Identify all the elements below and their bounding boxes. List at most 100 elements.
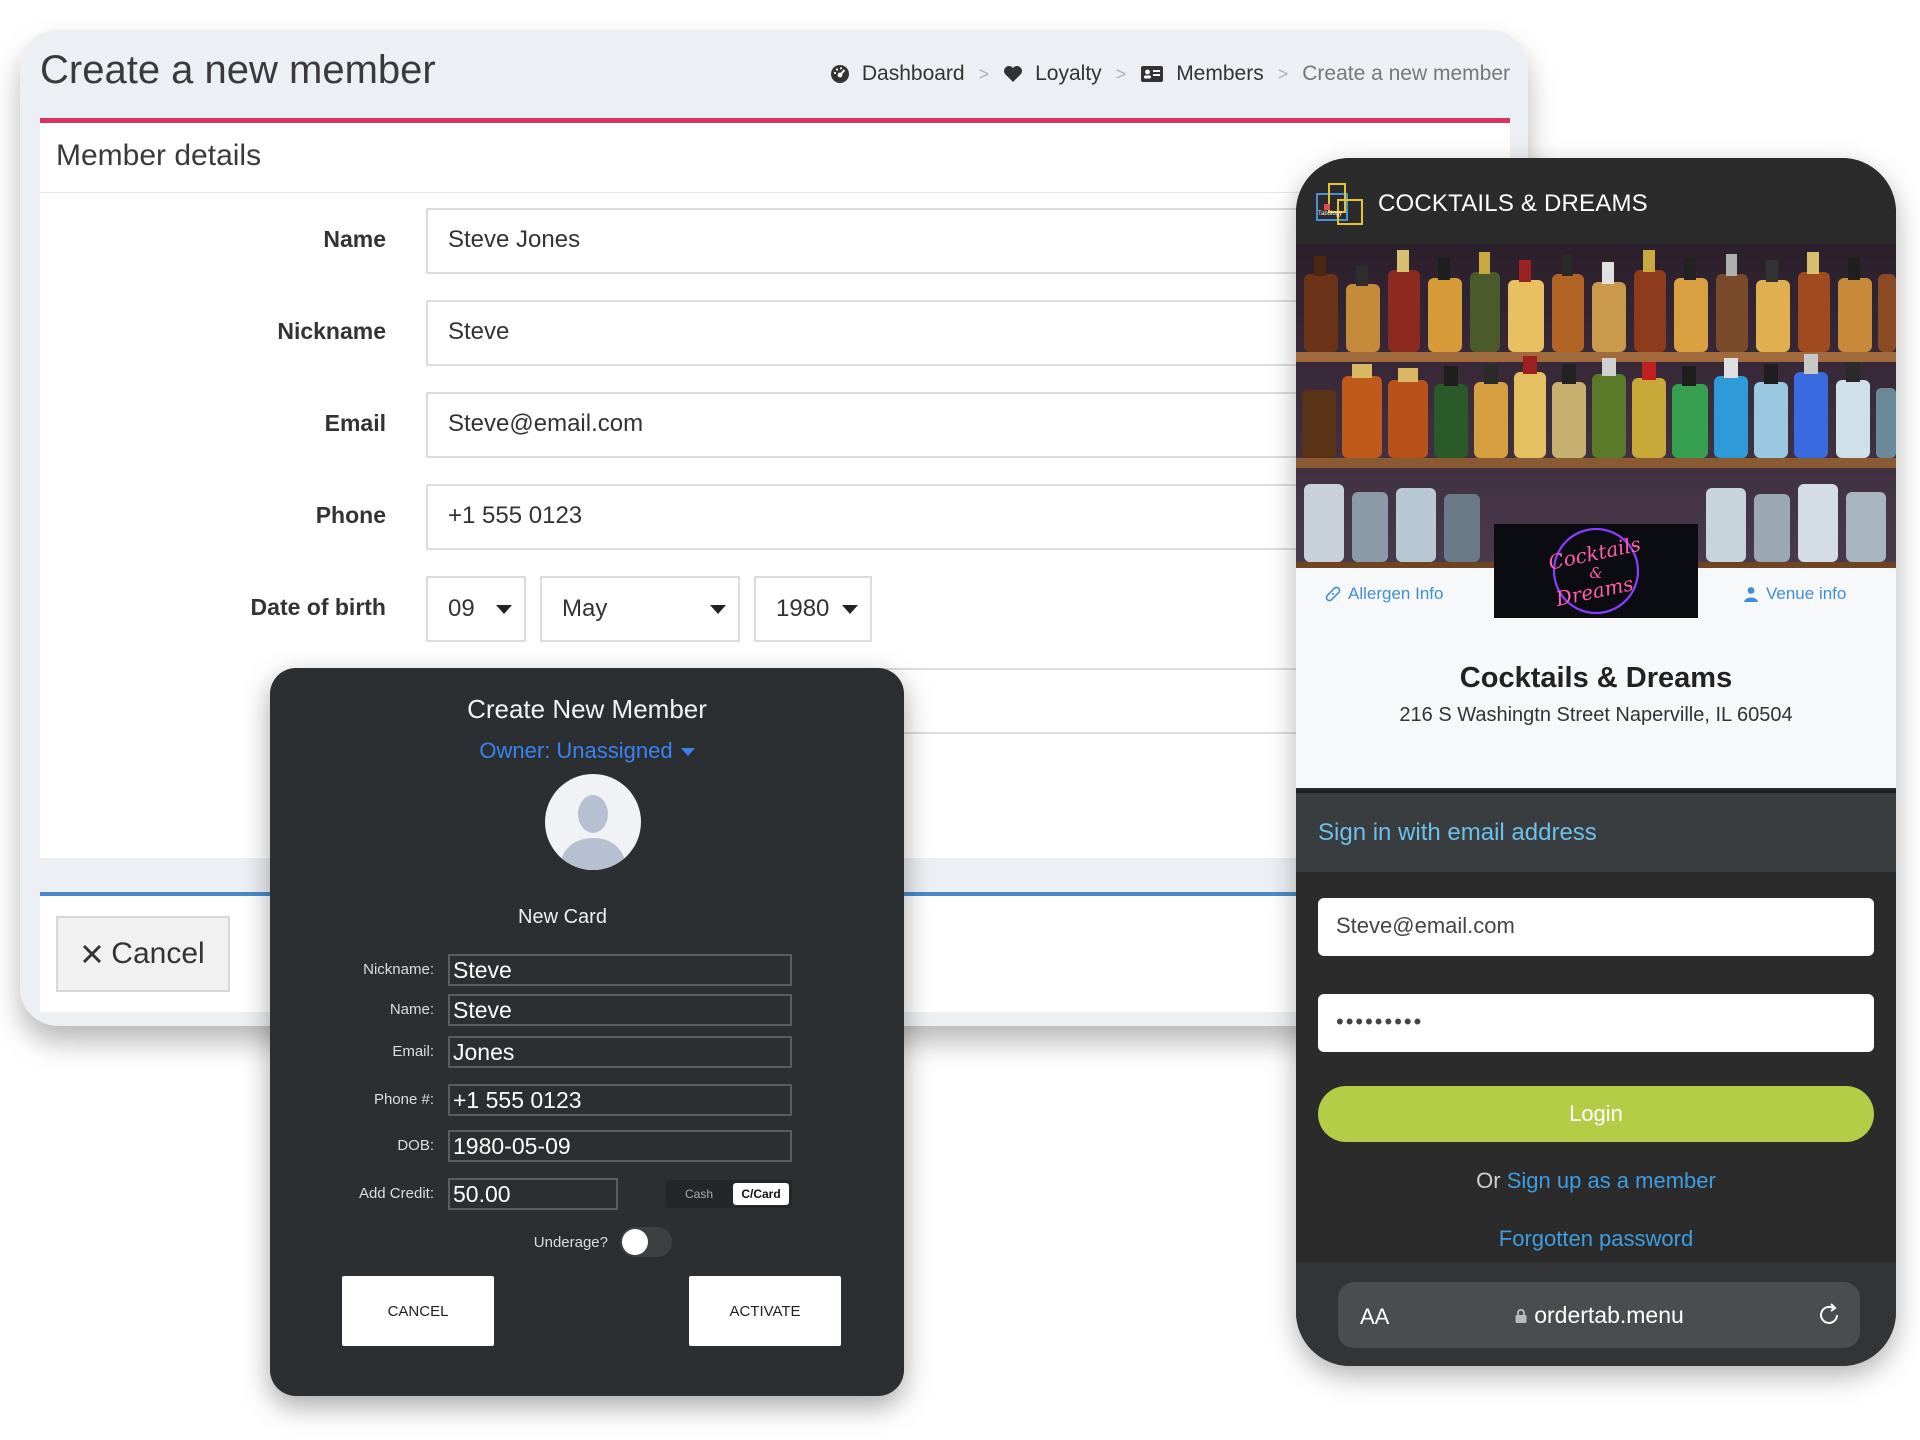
modal-nickname-row: Nickname: Steve xyxy=(270,954,904,986)
owner-label: Owner: Unassigned xyxy=(479,738,673,763)
breadcrumb: Dashboard > Loyalty > Members > Create a… xyxy=(830,62,1510,86)
signup-link[interactable]: Sign up as a member xyxy=(1507,1168,1716,1193)
email-row: Email Steve@email.com xyxy=(40,392,1526,458)
dob-row: Date of birth 09 May 1980 xyxy=(40,576,1510,642)
payment-method-toggle: Cash C/Card xyxy=(666,1180,792,1208)
venue-info-link[interactable]: Venue info xyxy=(1742,584,1846,604)
person-icon xyxy=(559,795,627,870)
modal-nickname-field[interactable]: Steve xyxy=(448,954,792,986)
modal-credit-row: Add Credit: 50.00 Cash C/Card xyxy=(270,1178,904,1210)
person-pin-icon xyxy=(1744,587,1758,602)
breadcrumb-members[interactable]: Members xyxy=(1140,62,1264,86)
modal-cancel-label: CANCEL xyxy=(387,1302,449,1320)
allergen-info-label: Allergen Info xyxy=(1348,584,1444,603)
neon-sign-image: Cocktails & Dreams xyxy=(1546,527,1643,615)
name-label: Name xyxy=(323,226,386,252)
phone-screen: Tabology COCKTAILS & DREAMS Allergen Inf… xyxy=(1296,158,1896,1366)
modal-dob-label: DOB: xyxy=(397,1137,434,1154)
breadcrumb-dashboard[interactable]: Dashboard xyxy=(830,62,965,86)
modal-cancel-button[interactable]: CANCEL xyxy=(342,1276,494,1346)
breadcrumb-separator: > xyxy=(1115,63,1127,84)
venue-info-label: Venue info xyxy=(1766,584,1847,603)
avatar[interactable] xyxy=(545,774,641,870)
browser-toolbar: AA ordertab.menu xyxy=(1296,1262,1896,1366)
modal-name-label: Name: xyxy=(389,1001,434,1018)
section-title: Member details xyxy=(40,123,1510,193)
activate-button[interactable]: ACTIVATE xyxy=(689,1276,841,1346)
signin-title: Sign in with email address xyxy=(1318,819,1597,846)
dob-year-value: 1980 xyxy=(776,595,830,622)
lock-icon xyxy=(1515,1308,1527,1323)
dob-label: Date of birth xyxy=(250,594,386,620)
modal-title: Create New Member xyxy=(467,694,707,724)
dob-month-value: May xyxy=(562,595,608,622)
bandage-icon xyxy=(1325,586,1341,602)
toggle-knob xyxy=(622,1229,648,1255)
url-text: ordertab.menu xyxy=(1534,1302,1684,1328)
email-label: Email xyxy=(324,410,386,436)
bar-photo xyxy=(1296,244,1896,568)
login-label: Login xyxy=(1569,1101,1623,1126)
phone-label: Phone xyxy=(315,502,386,528)
allergen-info-link[interactable]: Allergen Info xyxy=(1324,584,1443,604)
underage-toggle[interactable] xyxy=(620,1227,672,1257)
breadcrumb-separator: > xyxy=(1277,63,1289,84)
breadcrumb-current: Create a new member xyxy=(1302,62,1510,85)
modal-name-field[interactable]: Steve xyxy=(448,994,792,1026)
new-card-label: New Card xyxy=(518,906,607,928)
cancel-button[interactable]: Cancel xyxy=(56,916,230,992)
heart-icon xyxy=(1004,66,1023,82)
close-icon xyxy=(83,944,102,964)
payment-card-option[interactable]: C/Card xyxy=(733,1183,789,1205)
or-text: Or xyxy=(1476,1168,1501,1193)
dob-year-select[interactable]: 1980 xyxy=(754,576,872,642)
modal-phone-field[interactable]: +1 555 0123 xyxy=(448,1084,792,1116)
modal-email-label: Email: xyxy=(392,1043,434,1060)
chevron-down-icon xyxy=(680,748,695,757)
breadcrumb-dashboard-label: Dashboard xyxy=(861,62,965,85)
forgot-password-link[interactable]: Forgotten password xyxy=(1296,1226,1896,1252)
venue-logo: Cocktails & Dreams xyxy=(1494,524,1698,618)
venue-address: 216 S Washingtn Street Naperville, IL 60… xyxy=(1399,704,1793,726)
venue-header: Tabology COCKTAILS & DREAMS xyxy=(1296,158,1896,244)
modal-name-row: Name: Steve xyxy=(270,994,904,1026)
address-bar[interactable]: AA ordertab.menu xyxy=(1338,1282,1860,1348)
tabology-logo: Tabology xyxy=(1316,183,1363,225)
breadcrumb-separator: > xyxy=(978,63,990,84)
modal-email-field[interactable]: Jones xyxy=(448,1036,792,1068)
add-credit-field[interactable]: 50.00 xyxy=(448,1178,618,1210)
modal-nickname-label: Nickname: xyxy=(363,961,434,978)
phone-row: Phone +1 555 0123 xyxy=(40,484,1526,550)
url-display: ordertab.menu xyxy=(1338,1302,1860,1329)
modal-credit-label: Add Credit: xyxy=(358,1185,434,1202)
name-row: Name Steve Jones xyxy=(40,208,1526,274)
payment-cash-option[interactable]: Cash xyxy=(670,1183,728,1205)
create-member-modal: Create New Member Owner: Unassigned New … xyxy=(270,668,904,1396)
modal-dob-field[interactable]: 1980-05-09 xyxy=(448,1130,792,1162)
cancel-button-label: Cancel xyxy=(111,937,205,970)
reload-icon[interactable] xyxy=(1816,1302,1842,1328)
dob-day-select[interactable]: 09 xyxy=(426,576,526,642)
chevron-down-icon xyxy=(842,605,858,614)
modal-email-row: Email: Jones xyxy=(270,1036,904,1068)
chevron-down-icon xyxy=(496,605,512,614)
modal-phone-label: Phone #: xyxy=(373,1091,434,1108)
logo-text: Tabology xyxy=(1318,211,1342,217)
modal-dob-row: DOB: 1980-05-09 xyxy=(270,1130,904,1162)
breadcrumb-loyalty[interactable]: Loyalty xyxy=(1003,62,1102,86)
dashboard-icon xyxy=(830,65,849,83)
owner-dropdown[interactable]: Owner: Unassigned xyxy=(270,738,904,764)
dob-day-value: 09 xyxy=(448,595,475,622)
venue-brand: COCKTAILS & DREAMS xyxy=(1378,190,1648,217)
underage-label: Underage? xyxy=(533,1234,608,1251)
login-email-field[interactable]: Steve@email.com xyxy=(1318,898,1874,956)
activate-label: ACTIVATE xyxy=(729,1302,801,1320)
breadcrumb-loyalty-label: Loyalty xyxy=(1035,62,1102,85)
nickname-label: Nickname xyxy=(277,318,386,344)
chevron-down-icon xyxy=(710,605,726,614)
dob-month-select[interactable]: May xyxy=(540,576,740,642)
login-button[interactable]: Login xyxy=(1318,1086,1874,1142)
page-title: Create a new member xyxy=(40,48,436,92)
id-card-icon xyxy=(1141,66,1164,82)
login-password-field[interactable]: ••••••••• xyxy=(1318,994,1874,1052)
